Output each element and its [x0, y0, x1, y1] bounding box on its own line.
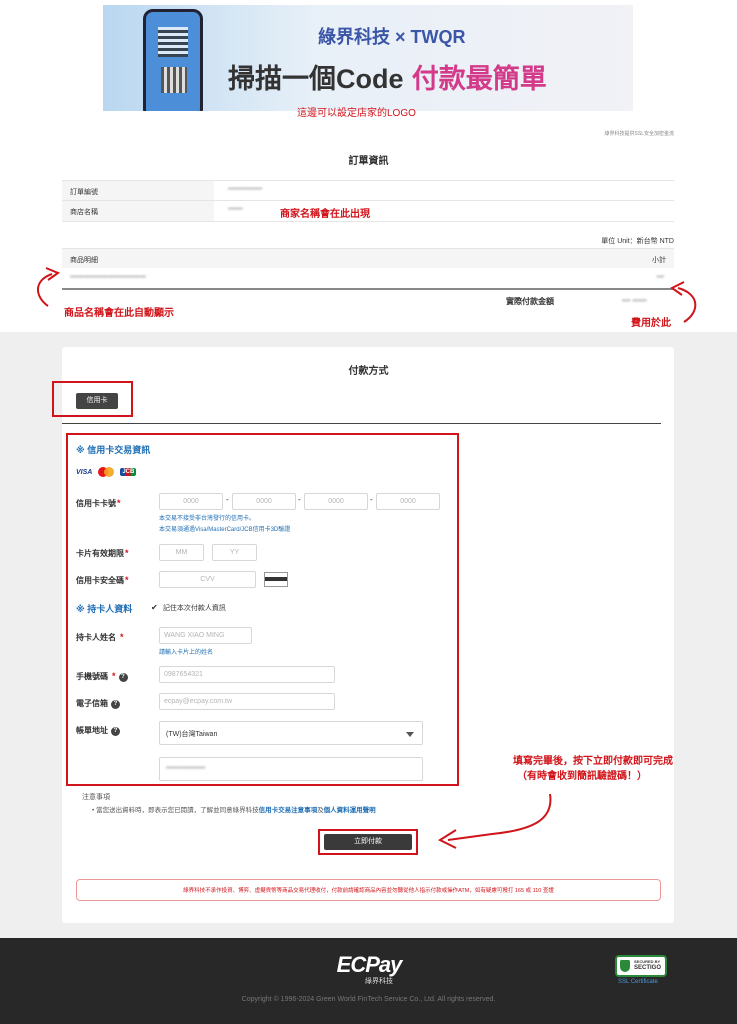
total-value: ••• •••••: [622, 296, 647, 305]
ecpay-logo: ECPay 綠界科技: [322, 954, 416, 986]
address-value: ••••••••••••••••: [166, 765, 206, 772]
notice-text: • 當您送出資料時，即表示您已閱讀，了解並同意綠界科技信用卡交易注意事項及個人資…: [92, 807, 376, 814]
notice-prefix: 當您送出資料時，即表示您已閱讀，了解並同意綠界科技: [96, 807, 259, 814]
card-number-input-3[interactable]: 0000: [304, 493, 368, 510]
seal-top: SECURED BY: [634, 959, 661, 964]
notice-title: 注意事項: [82, 794, 110, 801]
banner: 綠界科技 × TWQR 掃描一個Code 付款最簡單: [103, 5, 633, 111]
submit-note-2: （有時會收到簡訊驗證碼！）: [517, 771, 647, 782]
copyright: Copyright © 1996-2024 Green World FinTec…: [241, 996, 496, 1003]
logo-note: 這邊可以設定店家的LOGO: [297, 108, 416, 119]
logo-sub: 綠界科技: [365, 978, 393, 985]
order-row: 訂單編號 ••••••••••••••: [62, 180, 674, 200]
card-number-label: 信用卡卡號: [76, 499, 116, 508]
fee-note: 費用於此: [631, 318, 671, 329]
visa-icon: VISA: [76, 468, 93, 476]
sectigo-seal[interactable]: SECURED BY SECTIGO: [615, 955, 667, 977]
country-value: (TW)台灣Taiwan: [166, 731, 218, 738]
help-icon[interactable]: ?: [111, 727, 120, 736]
fraud-warning-text: 綠界科技不承作投資、博弈、虛擬貨幣等商品交易代理收付，付款前請確認商品內容並勿聽…: [183, 888, 554, 894]
fraud-warning: 綠界科技不承作投資、博弈、虛擬貨幣等商品交易代理收付，付款前請確認商品內容並勿聽…: [76, 879, 661, 901]
cvv-card-icon: [264, 572, 288, 587]
order-row-label: 訂單編號: [62, 181, 214, 200]
seal-brand: SECTIGO: [634, 965, 662, 971]
expiry-year-input[interactable]: YY: [212, 544, 257, 561]
check-icon: ✔: [151, 603, 158, 612]
unit-label: 單位 Unit：新台幣 NTD: [601, 238, 674, 245]
card-number-input-4[interactable]: 0000: [376, 493, 440, 510]
product-header: 商品明細: [70, 257, 98, 264]
ssl-certificate: SSL Certificate: [618, 979, 658, 985]
shield-icon: [620, 960, 630, 972]
address-label: 帳單地址: [76, 726, 108, 735]
jcb-icon: JCB: [120, 468, 137, 476]
store-note: 商家名稱會在此出現: [280, 209, 370, 220]
order-row-value: ••••••: [228, 206, 243, 213]
name-hint: 請輸入卡片上的姓名: [159, 650, 214, 656]
product-note: 商品名稱會在此自動顯示: [64, 308, 174, 319]
name-label: 持卡人姓名: [76, 633, 116, 642]
qr-code-icon: [158, 27, 188, 57]
qr-code-icon-2: [161, 67, 187, 93]
cvv-label: 信用卡安全碼: [76, 576, 124, 585]
card-number-input-2[interactable]: 0000: [232, 493, 296, 510]
banner-headline-left: 掃描一個Code: [228, 64, 404, 94]
notice-link-privacy[interactable]: 個人資料運用聲明: [324, 807, 376, 814]
ssl-note: 綠界科技提供SSL安全加密金流: [604, 131, 674, 137]
total-label: 實際付款金額: [506, 297, 554, 306]
remember-label: 記住本次付款人資訊: [162, 605, 226, 612]
email-input[interactable]: ecpay@ecpay.com.tw: [159, 693, 335, 710]
country-select[interactable]: (TW)台灣Taiwan: [159, 721, 423, 745]
email-label: 電子信箱: [76, 699, 108, 708]
chevron-down-icon: [406, 732, 414, 737]
mastercard-icon: [98, 467, 115, 477]
card-section-title: ※ 信用卡交易資訊: [76, 445, 151, 455]
expiry-label: 卡片有效期限: [76, 549, 124, 558]
banner-headline-right: 付款最簡單: [411, 64, 547, 94]
card-note-2: 本交易須通過Visa/MasterCard/JCB信用卡3D驗證: [159, 527, 291, 533]
curve-arrow-submit: [437, 793, 552, 849]
curve-arrow-right: [670, 281, 697, 323]
card-number-input-1[interactable]: 0000: [159, 493, 223, 510]
phone-input[interactable]: 0987654321: [159, 666, 335, 683]
card-brands: VISA JCB: [76, 467, 137, 477]
notice-link-card-terms[interactable]: 信用卡交易注意事項: [259, 807, 318, 814]
subtotal-header: 小計: [652, 257, 666, 264]
order-row-value: ••••••••••••••: [228, 186, 263, 193]
phone-illustration: [143, 9, 203, 111]
address-input[interactable]: ••••••••••••••••: [159, 757, 423, 781]
subtotal-value: •••: [656, 274, 664, 281]
payment-title: 付款方式: [348, 366, 389, 377]
product-value: •••••••••••••••••••••••••••••••: [70, 274, 146, 281]
help-icon[interactable]: ?: [111, 700, 120, 709]
cvv-input[interactable]: CVV: [159, 571, 256, 588]
submit-note-1: 填寫完畢後，按下立即付款即可完成: [513, 756, 673, 767]
logo-text: ECPay: [336, 952, 403, 977]
help-icon[interactable]: ?: [118, 673, 128, 682]
order-title: 訂單資訊: [348, 156, 389, 167]
product-header-row: 商品明細 小計: [62, 248, 674, 268]
banner-brand: 綠界科技 × TWQR: [318, 27, 466, 47]
phone-label: 手機號碼: [76, 672, 108, 681]
remember-checkbox[interactable]: ✔ 記住本次付款人資訊: [151, 603, 226, 613]
submit-button[interactable]: 立即付款: [324, 834, 412, 850]
name-input[interactable]: WANG XIAO MING: [159, 627, 252, 644]
holder-section-title: ※ 持卡人資料: [76, 604, 133, 614]
tab-credit-card[interactable]: 信用卡: [76, 393, 118, 409]
expiry-month-input[interactable]: MM: [159, 544, 204, 561]
order-row-label: 商店名稱: [62, 201, 214, 221]
card-note-1: 本交易不接受非台灣發行的信用卡。: [159, 516, 256, 522]
tab-divider: [62, 423, 661, 424]
product-row: ••••••••••••••••••••••••••••••• •••: [62, 268, 674, 290]
